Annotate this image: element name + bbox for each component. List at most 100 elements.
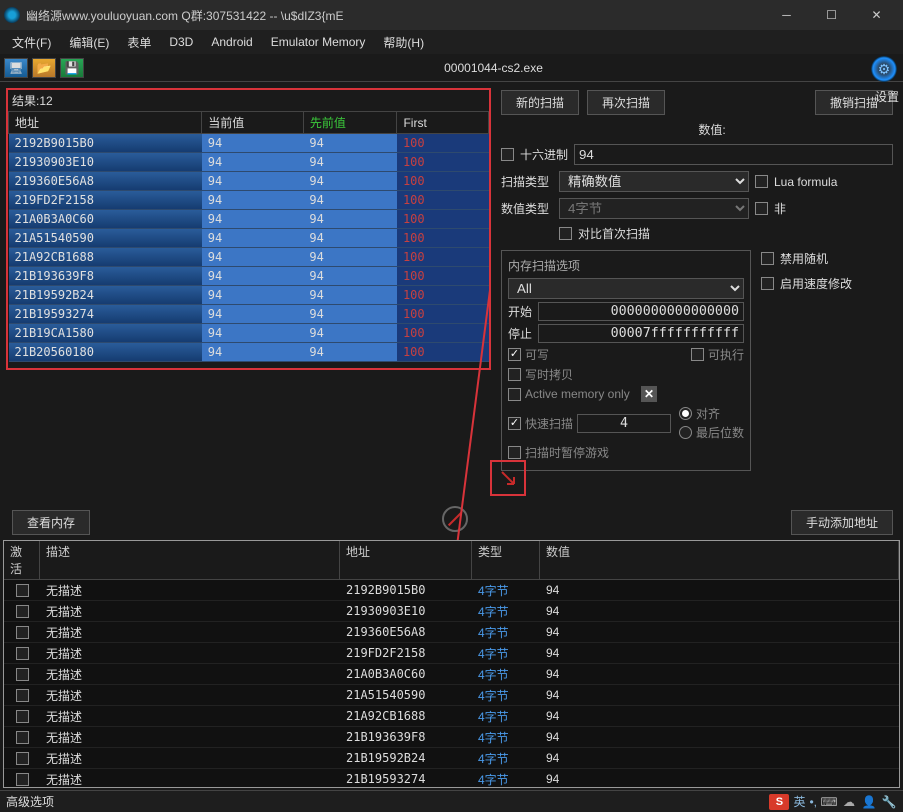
close-button[interactable]: ✕ xyxy=(854,0,899,30)
row-active-checkbox[interactable] xyxy=(16,605,29,618)
new-scan-button[interactable]: 新的扫描 xyxy=(501,90,579,115)
results-row[interactable]: 21A92CB16889494100 xyxy=(9,248,489,267)
address-row[interactable]: 无描述21A0B3A0C604字节94 xyxy=(4,664,899,685)
menubar: 文件(F) 编辑(E) 表单 D3D Android Emulator Memo… xyxy=(0,30,903,54)
menu-d3d[interactable]: D3D xyxy=(161,33,201,51)
row-active-checkbox[interactable] xyxy=(16,752,29,765)
active-only-checkbox[interactable] xyxy=(508,388,521,401)
ime-lang: 英 xyxy=(793,793,805,810)
enable-speed-checkbox[interactable] xyxy=(761,277,774,290)
statusbar: 高级选项 S 英 •, ⌨ ☁ 👤 🔧 xyxy=(0,790,903,812)
results-header-previous[interactable]: 先前值 xyxy=(303,112,397,134)
lua-checkbox[interactable] xyxy=(755,175,768,188)
menu-edit[interactable]: 编辑(E) xyxy=(61,32,117,53)
results-row[interactable]: 21A0B3A0C609494100 xyxy=(9,210,489,229)
minimize-button[interactable]: ─ xyxy=(764,0,809,30)
results-row[interactable]: 21B195932749494100 xyxy=(9,305,489,324)
results-table[interactable]: 地址 当前值 先前值 First 2192B9015B0949410021930… xyxy=(8,111,489,362)
row-active-checkbox[interactable] xyxy=(16,626,29,639)
row-active-checkbox[interactable] xyxy=(16,668,29,681)
mem-start-input[interactable] xyxy=(538,302,744,321)
scan-type-label: 扫描类型 xyxy=(501,173,553,190)
results-header-current[interactable]: 当前值 xyxy=(202,112,304,134)
address-row[interactable]: 无描述21A515405904字节94 xyxy=(4,685,899,706)
disable-random-checkbox[interactable] xyxy=(761,252,774,265)
align-radio[interactable] xyxy=(679,407,692,420)
compare-first-checkbox[interactable] xyxy=(559,227,572,240)
ime-tray[interactable]: S 英 •, ⌨ ☁ 👤 🔧 xyxy=(769,793,897,810)
hex-checkbox[interactable] xyxy=(501,148,514,161)
next-scan-button[interactable]: 再次扫描 xyxy=(587,90,665,115)
results-row[interactable]: 219FD2F21589494100 xyxy=(9,191,489,210)
gear-icon[interactable]: ⚙ xyxy=(871,56,897,82)
scan-type-select[interactable]: 精确数值 xyxy=(559,171,749,192)
window-title: 幽络源www.youluoyuan.com Q群:307531422 -- \u… xyxy=(26,7,764,24)
results-row[interactable]: 219360E56A89494100 xyxy=(9,172,489,191)
menu-help[interactable]: 帮助(H) xyxy=(375,32,432,53)
view-memory-button[interactable]: 查看内存 xyxy=(12,510,90,535)
fast-scan-value[interactable] xyxy=(577,414,671,433)
results-header-address[interactable]: 地址 xyxy=(9,112,202,134)
executable-checkbox[interactable] xyxy=(691,348,704,361)
mem-start-label: 开始 xyxy=(508,303,532,320)
manual-add-button[interactable]: 手动添加地址 xyxy=(791,510,893,535)
addr-header-active[interactable]: 激活 xyxy=(4,541,40,579)
results-header-first[interactable]: First xyxy=(397,112,489,134)
address-row[interactable]: 无描述219FD2F21584字节94 xyxy=(4,643,899,664)
row-active-checkbox[interactable] xyxy=(16,710,29,723)
maximize-button[interactable]: ☐ xyxy=(809,0,854,30)
value-input[interactable] xyxy=(574,144,893,165)
settings-label[interactable]: 设置 xyxy=(875,88,899,105)
mem-stop-input[interactable] xyxy=(538,324,744,343)
results-row[interactable]: 2192B9015B09494100 xyxy=(9,134,489,153)
last-digits-radio[interactable] xyxy=(679,426,692,439)
results-row[interactable]: 21B205601809494100 xyxy=(9,343,489,362)
value-type-select[interactable]: 4字节 xyxy=(559,198,749,219)
pause-checkbox[interactable] xyxy=(508,446,521,459)
not-checkbox[interactable] xyxy=(755,202,768,215)
row-active-checkbox[interactable] xyxy=(16,773,29,786)
menu-emumem[interactable]: Emulator Memory xyxy=(263,33,374,51)
address-row[interactable]: 无描述21B193639F84字节94 xyxy=(4,727,899,748)
fast-scan-checkbox[interactable] xyxy=(508,417,521,430)
active-only-clear-icon[interactable]: ✕ xyxy=(641,386,657,402)
advanced-options[interactable]: 高级选项 xyxy=(6,793,54,810)
titlebar: 幽络源www.youluoyuan.com Q群:307531422 -- \u… xyxy=(0,0,903,30)
open-icon[interactable]: 📂 xyxy=(32,58,56,78)
addr-header-addr[interactable]: 地址 xyxy=(340,541,472,579)
cow-checkbox[interactable] xyxy=(508,368,521,381)
results-row[interactable]: 21B19CA15809494100 xyxy=(9,324,489,343)
addr-header-desc[interactable]: 描述 xyxy=(40,541,340,579)
address-list-panel: 激活 描述 地址 类型 数值 无描述2192B9015B04字节94无描述219… xyxy=(3,540,900,788)
row-active-checkbox[interactable] xyxy=(16,689,29,702)
add-to-list-button[interactable] xyxy=(490,460,526,496)
hex-label: 十六进制 xyxy=(520,146,568,163)
address-row[interactable]: 无描述21930903E104字节94 xyxy=(4,601,899,622)
address-row[interactable]: 无描述21B195932744字节94 xyxy=(4,769,899,787)
results-row[interactable]: 21B193639F89494100 xyxy=(9,267,489,286)
cancel-icon[interactable] xyxy=(442,506,468,532)
address-row[interactable]: 无描述21B19592B244字节94 xyxy=(4,748,899,769)
results-row[interactable]: 21B19592B249494100 xyxy=(9,286,489,305)
address-row[interactable]: 无描述21A92CB16884字节94 xyxy=(4,706,899,727)
menu-file[interactable]: 文件(F) xyxy=(4,32,59,53)
address-row[interactable]: 无描述2192B9015B04字节94 xyxy=(4,580,899,601)
results-count: 结果:12 xyxy=(8,90,489,111)
ime-keyboard-icon: ⌨ xyxy=(821,794,837,810)
addr-header-value[interactable]: 数值 xyxy=(540,541,899,579)
mem-region-select[interactable]: All xyxy=(508,278,744,299)
address-list-body[interactable]: 无描述2192B9015B04字节94无描述21930903E104字节94无描… xyxy=(4,580,899,787)
menu-android[interactable]: Android xyxy=(203,33,260,51)
results-row[interactable]: 21930903E109494100 xyxy=(9,153,489,172)
row-active-checkbox[interactable] xyxy=(16,584,29,597)
addr-header-type[interactable]: 类型 xyxy=(472,541,540,579)
value-label: 数值: xyxy=(531,121,893,138)
address-row[interactable]: 无描述219360E56A84字节94 xyxy=(4,622,899,643)
writable-checkbox[interactable] xyxy=(508,348,521,361)
row-active-checkbox[interactable] xyxy=(16,647,29,660)
select-process-icon[interactable]: 🖥 xyxy=(4,58,28,78)
row-active-checkbox[interactable] xyxy=(16,731,29,744)
save-icon[interactable]: 💾 xyxy=(60,58,84,78)
menu-table[interactable]: 表单 xyxy=(119,32,159,53)
results-row[interactable]: 21A515405909494100 xyxy=(9,229,489,248)
